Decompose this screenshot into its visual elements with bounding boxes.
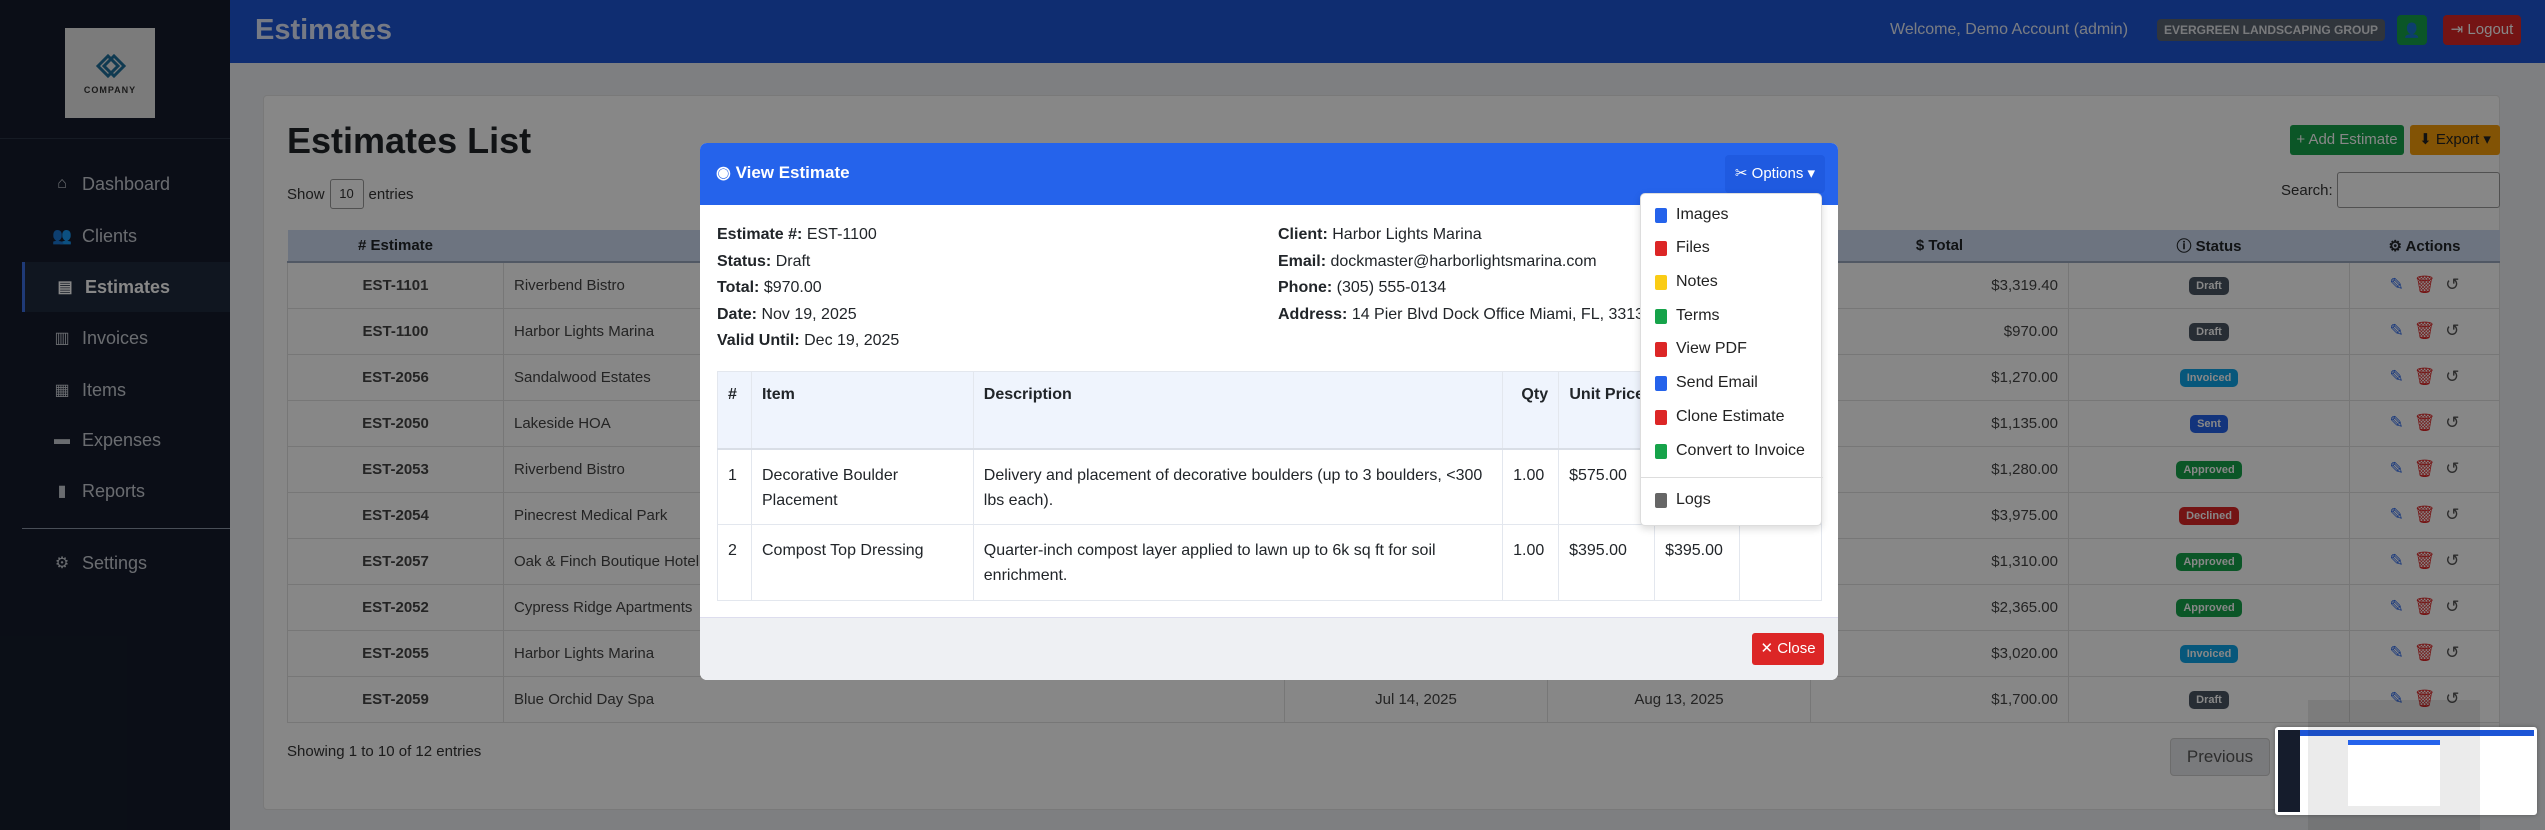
close-label: Close (1777, 640, 1816, 657)
item-extra (1739, 524, 1822, 601)
info-label: Client: (1278, 226, 1328, 243)
menu-item-label: Notes (1676, 273, 1718, 290)
menu-item-send-email[interactable]: Send Email (1655, 374, 1758, 392)
info-value: 14 Pier Blvd Dock Office Miami, FL, 3313 (1351, 305, 1645, 323)
menu-item-label: Files (1676, 239, 1710, 256)
info-value: EST-1100 (806, 226, 877, 243)
modal-title-text: View Estimate (735, 163, 850, 182)
menu-item-label: Clone Estimate (1676, 408, 1785, 425)
item-n: 1 (717, 448, 752, 525)
item-qty: 1.00 (1502, 448, 1560, 525)
item-item: Compost Top Dressing (750, 524, 974, 601)
menu-item-label: Terms (1676, 307, 1720, 324)
info-label: Email: (1278, 252, 1327, 270)
info-label: Status: (717, 252, 772, 270)
info-field: Client: Harbor Lights Marina (1278, 222, 1644, 249)
items-column-header: # (717, 371, 752, 450)
item-description: Delivery and placement of decorative bou… (972, 448, 1504, 525)
pdf-file-icon (1655, 240, 1667, 256)
menu-item-view-pdf[interactable]: View PDF (1655, 340, 1747, 358)
info-value: Harbor Lights Marina (1332, 226, 1482, 243)
item-row: 2 Compost Top Dressing Quarter-inch compos… (717, 524, 1822, 601)
close-icon: ✕ (1760, 640, 1778, 657)
info-value: Nov 19, 2025 (761, 305, 857, 323)
info-field: Valid Until: Dec 19, 2025 (717, 328, 899, 355)
items-column-header: Item (750, 371, 974, 450)
menu-item-label: Images (1676, 206, 1729, 223)
modal-title: ◉ View Estimate (716, 163, 850, 183)
invoice-icon (1655, 443, 1667, 459)
menu-item-label: Convert to Invoice (1676, 442, 1805, 459)
menu-item-clone-estimate[interactable]: Clone Estimate (1655, 408, 1785, 426)
info-field: Status: Draft (717, 249, 899, 276)
note-icon (1655, 274, 1667, 290)
history-icon (1655, 492, 1667, 508)
menu-item-terms[interactable]: Terms (1655, 307, 1720, 325)
info-value: $970.00 (763, 279, 822, 296)
info-value: dockmaster@harborlightsmarina.com (1330, 252, 1597, 270)
item-qty: 1.00 (1502, 524, 1560, 601)
info-value: Draft (775, 252, 811, 270)
item-item: Decorative Boulder Placement (750, 448, 974, 525)
options-menu: Images Files Notes Terms View PDF Send Email C… (1640, 193, 1823, 526)
options-label: Options (1751, 165, 1804, 182)
info-label: Phone: (1278, 279, 1333, 296)
item-unit-price: $395.00 (1558, 524, 1656, 601)
tools-icon: ✂ (1734, 165, 1752, 182)
paper-plane-icon (1655, 375, 1667, 391)
eye-icon: ◉ (716, 163, 736, 182)
menu-item-images[interactable]: Images (1655, 206, 1728, 224)
info-value: Dec 19, 2025 (804, 332, 900, 349)
menu-item-logs[interactable]: Logs (1655, 491, 1711, 509)
menu-divider (1641, 477, 1823, 478)
sheet-icon (1655, 308, 1667, 324)
info-field: Address: 14 Pier Blvd Dock Office Miami,… (1278, 302, 1644, 329)
info-field: Date: Nov 19, 2025 (717, 302, 899, 329)
estimate-info: Estimate #: EST-1100 Status: Draft Total: … (717, 222, 899, 355)
menu-item-convert-to-invoice[interactable]: Convert to Invoice (1655, 442, 1805, 460)
items-column-header: Description (972, 371, 1504, 450)
info-value: (305) 555-0134 (1336, 279, 1447, 296)
screen-thumbnail (2275, 727, 2537, 815)
item-description: Quarter-inch compost layer applied to la… (972, 524, 1504, 601)
copy-icon (1655, 409, 1667, 425)
info-label: Valid Until: (717, 332, 800, 349)
info-field: Email: dockmaster@harborlightsmarina.com (1278, 249, 1644, 276)
modal-footer (700, 617, 1838, 680)
info-label: Date: (717, 305, 758, 323)
client-info: Client: Harbor Lights Marina Email: dockm… (1278, 222, 1644, 328)
info-label: Estimate #: (717, 226, 803, 243)
menu-item-label: Logs (1676, 491, 1711, 508)
item-total: $395.00 (1654, 524, 1741, 601)
info-field: Phone: (305) 555-0134 (1278, 275, 1644, 302)
info-label: Address: (1278, 305, 1348, 323)
info-field: Estimate #: EST-1100 (717, 222, 899, 249)
menu-item-notes[interactable]: Notes (1655, 273, 1718, 291)
item-n: 2 (717, 524, 752, 601)
menu-item-label: View PDF (1676, 340, 1747, 357)
image-icon (1655, 207, 1667, 223)
close-button[interactable]: ✕ Close (1752, 633, 1824, 665)
items-column-header: Qty (1502, 371, 1560, 450)
menu-item-files[interactable]: Files (1655, 239, 1710, 257)
options-dropdown-button[interactable]: ✂ Options ▾ (1725, 155, 1825, 193)
info-label: Total: (717, 279, 760, 296)
info-field: Total: $970.00 (717, 275, 899, 302)
menu-item-label: Send Email (1676, 374, 1758, 391)
pdf-icon (1655, 341, 1667, 357)
